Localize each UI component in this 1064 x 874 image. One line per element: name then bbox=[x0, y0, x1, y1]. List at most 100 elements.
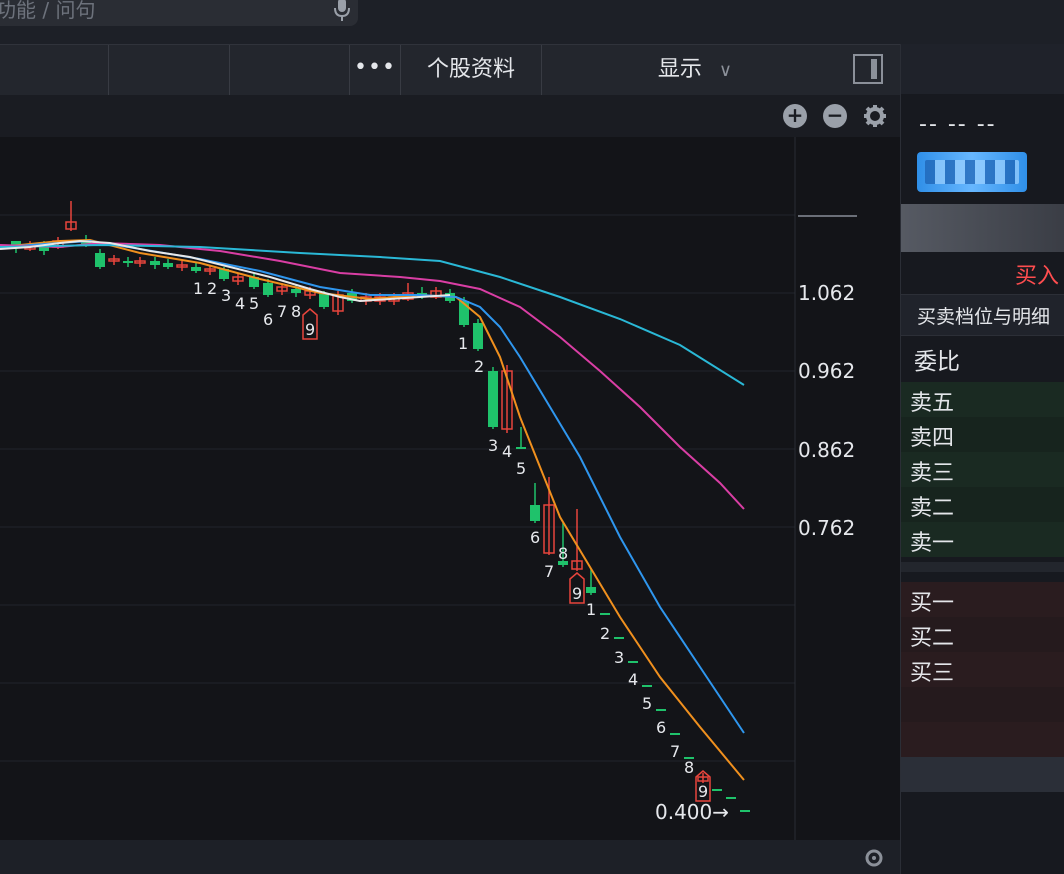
counter-label: 2 bbox=[474, 357, 484, 376]
buy-level-label: 买二 bbox=[910, 626, 955, 651]
sell-level-label: 卖五 bbox=[910, 391, 955, 416]
more-button[interactable]: ••• bbox=[350, 45, 401, 95]
level-separator bbox=[901, 562, 1064, 572]
counters: 1 2 3 4 56 7 89123 456789123456789 bbox=[193, 279, 711, 802]
display-dropdown[interactable]: 显示 ∨ bbox=[640, 45, 750, 95]
candle-body-down bbox=[586, 587, 596, 593]
ma-cyan-line bbox=[0, 243, 745, 386]
chart-toolbar: ••• 个股资料 显示 ∨ bbox=[0, 44, 900, 96]
zoom-out-icon[interactable]: − bbox=[823, 104, 847, 128]
weibi-label: 委比 bbox=[914, 349, 960, 375]
toggle-panel-icon[interactable] bbox=[853, 54, 883, 84]
buy-level-blurred-5 bbox=[901, 722, 1064, 757]
candle-body-down bbox=[123, 261, 133, 263]
counter-label: 4 bbox=[235, 294, 245, 313]
price-placeholder: -- -- -- bbox=[919, 112, 997, 137]
counter-label: 2 bbox=[600, 624, 610, 643]
last-price-label: 0.400→ bbox=[655, 800, 729, 824]
candle-body-down bbox=[712, 789, 722, 791]
candle-body-down bbox=[656, 709, 666, 711]
panel-header bbox=[901, 44, 1064, 94]
buy-level-blurred-4 bbox=[901, 687, 1064, 722]
candle-body-down bbox=[614, 637, 624, 639]
candle-body-down bbox=[726, 797, 736, 799]
y-axis-label: 0.962 bbox=[798, 359, 855, 383]
moving-averages bbox=[0, 238, 745, 781]
bottom-bar bbox=[0, 840, 900, 874]
y-axis-label: 0.862 bbox=[798, 438, 855, 462]
ma-magenta-line bbox=[0, 241, 745, 510]
order-book-panel: -- -- -- 买入 买卖档位与明细 委比 卖五 卖四 卖三 卖二 卖一 买一… bbox=[900, 44, 1064, 874]
candle-body-down bbox=[191, 267, 201, 271]
counter-label: 6 bbox=[263, 310, 273, 329]
buy-level-label: 买三 bbox=[910, 661, 955, 686]
candle-body-down bbox=[163, 263, 173, 267]
counter-label: 3 bbox=[614, 648, 624, 667]
chart-grid bbox=[0, 137, 857, 840]
search-placeholder: 功能 / 问句 bbox=[0, 0, 96, 22]
counter-label: 5 bbox=[642, 694, 652, 713]
zoom-in-icon[interactable]: + bbox=[783, 104, 807, 128]
chart-subbar bbox=[0, 95, 900, 137]
blurred-row bbox=[901, 757, 1064, 792]
counter-label: 7 bbox=[277, 302, 287, 321]
y-axis-label: 0.762 bbox=[798, 516, 855, 540]
chevron-down-icon: ∨ bbox=[718, 60, 733, 81]
counter-label: 1 bbox=[586, 600, 596, 619]
buy-level-2: 买二 bbox=[901, 617, 1064, 652]
settings-gear-icon[interactable] bbox=[863, 104, 887, 128]
counter-label: 2 bbox=[207, 279, 217, 298]
candle-body-down bbox=[670, 733, 680, 735]
sell-level-4: 卖四 bbox=[901, 417, 1064, 452]
buy-level-label: 买一 bbox=[910, 591, 955, 616]
counter-label: 8 bbox=[684, 758, 694, 777]
bottom-settings-icon[interactable] bbox=[862, 846, 886, 870]
ma-blue-line bbox=[0, 239, 745, 734]
toolbar-tab-2[interactable] bbox=[109, 45, 230, 95]
counter-label: 5 bbox=[249, 294, 259, 313]
top-bar: 功能 / 问句 bbox=[0, 0, 1064, 44]
counter-label: 6 bbox=[530, 528, 540, 547]
microphone-icon[interactable] bbox=[332, 0, 352, 22]
counter-label: 1 bbox=[458, 334, 468, 353]
counter-label: 6 bbox=[656, 718, 666, 737]
counter-label: 4 bbox=[628, 670, 638, 689]
toolbar-tab-3[interactable] bbox=[230, 45, 350, 95]
candle-body-down bbox=[642, 685, 652, 687]
sell-level-label: 卖四 bbox=[910, 426, 955, 451]
sell-level-label: 卖一 bbox=[910, 531, 955, 556]
stock-info-button[interactable]: 个股资料 bbox=[401, 45, 542, 95]
order-book-tab[interactable]: 买卖档位与明细 bbox=[901, 294, 1064, 336]
candles bbox=[11, 201, 736, 799]
candle-body-down bbox=[150, 261, 160, 265]
toolbar-tab-1[interactable] bbox=[0, 45, 109, 95]
search-box[interactable]: 功能 / 问句 bbox=[0, 0, 358, 26]
candlestick-chart[interactable]: 123456789123456789123456789 1.062 0.962 0.… bbox=[0, 137, 900, 840]
counter-9-label: 9 bbox=[698, 782, 708, 801]
counter-label: 5 bbox=[516, 459, 526, 478]
counter-label: 8 bbox=[558, 544, 568, 563]
candle-body-down bbox=[319, 293, 329, 307]
sell-level-label: 卖三 bbox=[910, 461, 955, 486]
buy-level-3: 买三 bbox=[901, 652, 1064, 687]
buy-level-1: 买一 bbox=[901, 582, 1064, 617]
candle-body-down bbox=[600, 613, 610, 615]
counter-label: 8 bbox=[291, 302, 301, 321]
sell-level-3: 卖三 bbox=[901, 452, 1064, 487]
counter-label: 7 bbox=[544, 562, 554, 581]
sell-level-label: 卖二 bbox=[910, 496, 955, 521]
counter-label: 4 bbox=[502, 442, 512, 461]
candle-body-down bbox=[488, 371, 498, 427]
counter-label: 3 bbox=[488, 436, 498, 455]
sell-level-1: 卖一 bbox=[901, 522, 1064, 557]
display-label: 显示 bbox=[657, 57, 702, 82]
y-axis: 1.062 0.962 0.862 0.762 0.400→ bbox=[655, 281, 855, 824]
buy-button[interactable]: 买入 bbox=[1015, 258, 1059, 290]
candle-body-down bbox=[530, 505, 540, 521]
counter-label: 7 bbox=[670, 742, 680, 761]
candle-body-down bbox=[628, 661, 638, 663]
counter-label: 3 bbox=[221, 286, 231, 305]
chart-canvas: 1 2 3 4 56 7 89123 456789123456789 1.0620.9620.… bbox=[0, 137, 857, 840]
blurred-badge bbox=[917, 152, 1027, 192]
ma-orange-line bbox=[0, 238, 745, 781]
